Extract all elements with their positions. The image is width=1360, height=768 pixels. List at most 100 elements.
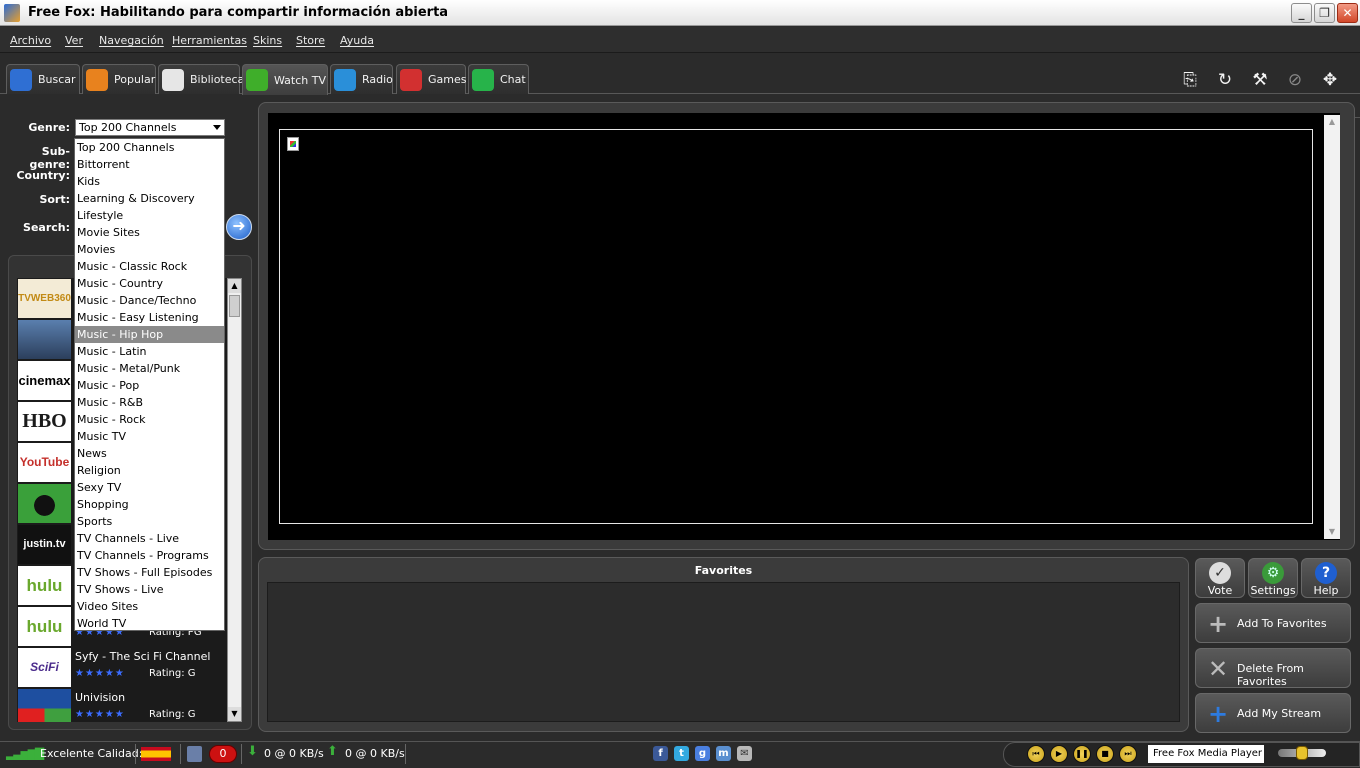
channel-row[interactable]: SciFi Syfy - The Sci Fi Channel ★★★★★ Ra… (17, 647, 227, 688)
broken-image-icon (287, 137, 299, 151)
genre-option[interactable]: TV Shows - Full Episodes (75, 564, 224, 581)
genre-option[interactable]: Music - Country (75, 275, 224, 292)
volume-knob[interactable] (1296, 746, 1308, 760)
genre-option[interactable]: Video Sites (75, 598, 224, 615)
genre-option[interactable]: News (75, 445, 224, 462)
genre-option[interactable]: Religion (75, 462, 224, 479)
tab-popular[interactable]: Popular (82, 64, 156, 94)
genre-option[interactable]: Top 200 Channels (75, 139, 224, 156)
genre-option[interactable]: Movies (75, 241, 224, 258)
delete-from-favorites-button[interactable]: ✕ Delete From Favorites (1195, 648, 1351, 688)
genre-option[interactable]: Music - Hip Hop (75, 326, 224, 343)
download-rate: 0 @ 0 KB/s (264, 747, 324, 760)
tab-watch-tv[interactable]: Watch TV (242, 64, 328, 95)
genre-option[interactable]: World TV (75, 615, 224, 632)
facebook-icon[interactable]: f (653, 746, 668, 761)
search-icon (10, 68, 32, 91)
menu-ver[interactable]: Ver (65, 34, 83, 47)
maximize-button[interactable]: ❐ (1314, 3, 1335, 23)
fullscreen-icon[interactable]: ✥ (1318, 68, 1342, 92)
genre-dropdown-list: Top 200 Channels Bittorrent Kids Learning &… (74, 138, 225, 631)
tab-games[interactable]: Games (396, 64, 466, 94)
menu-archivo[interactable]: Archivo (10, 34, 51, 47)
genre-option[interactable]: Music - Rock (75, 411, 224, 428)
genre-option[interactable]: Music - Dance/Techno (75, 292, 224, 309)
channel-name: Univision (75, 691, 126, 704)
channel-thumbnail (18, 320, 71, 359)
channel-thumbnail: hulu (18, 607, 71, 646)
scroll-up-icon[interactable]: ▲ (1324, 115, 1340, 129)
stop-icon[interactable]: ■ (1096, 745, 1114, 763)
genre-option[interactable]: Shopping (75, 496, 224, 513)
scroll-down-icon[interactable]: ▼ (228, 707, 241, 721)
scroll-down-icon[interactable]: ▼ (1324, 525, 1340, 539)
scroll-up-icon[interactable]: ▲ (228, 279, 241, 293)
pause-icon[interactable]: ❚❚ (1073, 745, 1091, 763)
genre-option[interactable]: Music - Pop (75, 377, 224, 394)
channel-name: Syfy - The Sci Fi Channel (75, 650, 211, 663)
menu-store[interactable]: Store (296, 34, 325, 47)
genre-option[interactable]: Music - Classic Rock (75, 258, 224, 275)
mail-icon[interactable]: ✉ (737, 746, 752, 761)
genre-option[interactable]: Music - Metal/Punk (75, 360, 224, 377)
genre-option[interactable]: TV Shows - Live (75, 581, 224, 598)
genre-option[interactable]: Sexy TV (75, 479, 224, 496)
settings-button[interactable]: ⚙ Settings (1248, 558, 1298, 598)
video-content-area[interactable] (279, 129, 1313, 524)
tab-buscar[interactable]: Buscar (6, 64, 80, 94)
twitter-icon[interactable]: t (674, 746, 689, 761)
add-to-favorites-button[interactable]: + Add To Favorites (1195, 603, 1351, 643)
channel-list-scrollbar[interactable]: ▲ ▼ (227, 278, 242, 722)
genre-label: Genre: (28, 121, 70, 134)
genre-option[interactable]: Kids (75, 173, 224, 190)
search-go-button[interactable]: ➜ (226, 214, 252, 240)
close-button[interactable]: ✕ (1337, 3, 1358, 23)
tab-bar: Buscar Popular Biblioteca Watch TV Radio… (0, 53, 1360, 147)
genre-select[interactable]: Top 200 Channels (75, 119, 225, 136)
tab-radio[interactable]: Radio (330, 64, 393, 94)
genre-option[interactable]: Sports (75, 513, 224, 530)
menu-herramientas[interactable]: Herramientas (172, 34, 247, 47)
gear-icon: ⚙ (1262, 562, 1284, 584)
previous-track-icon[interactable]: ⏮ (1027, 745, 1045, 763)
refresh-icon[interactable]: ↻ (1213, 68, 1237, 92)
wrench-icon[interactable]: ⚒ (1248, 68, 1272, 92)
genre-option[interactable]: Movie Sites (75, 224, 224, 241)
genre-option[interactable]: Learning & Discovery (75, 190, 224, 207)
divider (241, 744, 242, 764)
genre-option[interactable]: Music - Latin (75, 343, 224, 360)
channel-row[interactable]: Univision ★★★★★ Rating: G (17, 688, 227, 722)
menu-skins[interactable]: Skins (253, 34, 282, 47)
add-my-stream-button[interactable]: + Add My Stream (1195, 693, 1351, 733)
vote-button[interactable]: ✓ Vote (1195, 558, 1245, 598)
genre-option[interactable]: Music - R&B (75, 394, 224, 411)
messenger-icon[interactable]: m (716, 746, 731, 761)
genre-option[interactable]: TV Channels - Live (75, 530, 224, 547)
favorites-list[interactable] (267, 582, 1180, 722)
rating-stars: ★★★★★ (75, 668, 125, 679)
spain-flag-icon[interactable] (141, 747, 171, 761)
tab-chat[interactable]: Chat (468, 64, 529, 94)
notification-count-badge[interactable]: 0 (209, 745, 237, 763)
house-icon[interactable] (187, 746, 202, 762)
help-button[interactable]: ? Help (1301, 558, 1351, 598)
genre-option[interactable]: TV Channels - Programs (75, 547, 224, 564)
genre-option[interactable]: Music - Easy Listening (75, 309, 224, 326)
menu-navegacion[interactable]: Navegación (99, 34, 164, 47)
tab-biblioteca[interactable]: Biblioteca (158, 64, 244, 94)
print-icon[interactable]: ⎘ (1178, 68, 1202, 92)
block-icon[interactable]: ⊘ (1283, 68, 1307, 92)
favorites-title: Favorites (694, 564, 753, 577)
genre-option[interactable]: Music TV (75, 428, 224, 445)
minimize-button[interactable]: _ (1291, 3, 1312, 23)
play-icon[interactable]: ▶ (1050, 745, 1068, 763)
next-track-icon[interactable]: ⏭ (1119, 745, 1137, 763)
scrollbar-thumb[interactable] (229, 295, 240, 317)
video-scrollbar[interactable]: ▲ ▼ (1324, 115, 1340, 539)
help-label: Help (1313, 584, 1339, 597)
menu-ayuda[interactable]: Ayuda (340, 34, 374, 47)
genre-option[interactable]: Lifestyle (75, 207, 224, 224)
volume-slider[interactable] (1278, 746, 1326, 760)
google-icon[interactable]: g (695, 746, 710, 761)
genre-option[interactable]: Bittorrent (75, 156, 224, 173)
